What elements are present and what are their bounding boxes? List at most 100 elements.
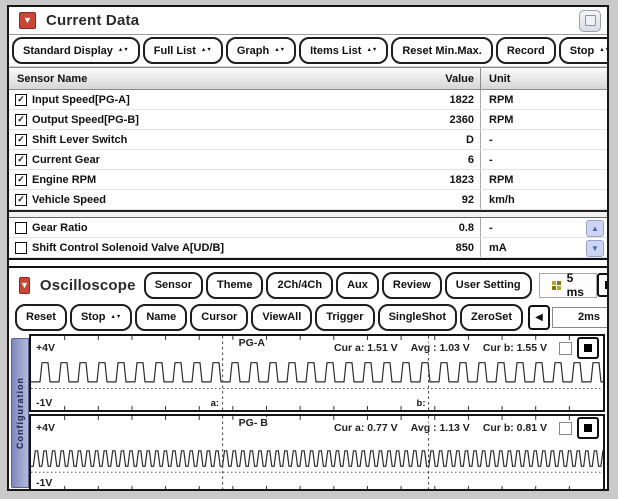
sensor-value: 0.8 <box>408 222 480 234</box>
col-value: Value <box>408 73 480 85</box>
cursor-button[interactable]: Cursor <box>190 304 248 331</box>
row-checkbox[interactable]: ✓ <box>15 134 27 146</box>
items-list-dropdown[interactable]: Items List▲▼ <box>299 37 388 64</box>
row-checkbox[interactable]: ✓ <box>15 194 27 206</box>
theme-button[interactable]: Theme <box>206 272 263 299</box>
cursor-a-label[interactable]: a: <box>211 398 219 409</box>
sample-rate-display: 5 ms <box>539 273 597 298</box>
row-checkbox[interactable]: ✓ <box>15 114 27 126</box>
standard-display-dropdown[interactable]: Standard Display▲▼ <box>12 37 140 64</box>
viewall-button[interactable]: ViewAll <box>251 304 312 331</box>
channel-a-header: +4V PG-A Cur a: 1.51 V Avg : 1.03 V Cur … <box>36 337 599 359</box>
panel-menu-icon[interactable]: ▼ <box>19 277 30 294</box>
user-setting-button[interactable]: User Setting <box>445 272 532 299</box>
sensor-name: Shift Control Solenoid Valve A[UD/B] <box>32 242 224 254</box>
timebase-decrease-button[interactable]: ◀ <box>528 305 550 330</box>
table-scroll-buttons: ▲ ▼ <box>586 220 604 257</box>
table-row[interactable]: ✓Input Speed[PG-A] 1822 RPM <box>9 90 607 110</box>
sensor-name: Gear Ratio <box>32 222 88 234</box>
scroll-down-button[interactable]: ▼ <box>586 240 604 257</box>
channel-name-label: PG-A <box>239 337 265 349</box>
current-data-toolbar: Standard Display▲▼ Full List▲▼ Graph▲▼ I… <box>9 35 607 67</box>
table-row[interactable]: ✓ Output Speed[PG-B] 2360 RPM <box>9 110 607 130</box>
current-data-titlebar: ▼ Current Data <box>9 7 607 35</box>
channel-mode-button[interactable]: 2Ch/4Ch <box>266 272 333 299</box>
review-button[interactable]: Review <box>382 272 442 299</box>
sensor-value: 6 <box>408 154 480 166</box>
channel-readings: Cur a: 0.77 V Avg : 1.13 V Cur b: 0.81 V <box>334 422 547 434</box>
oscilloscope-titlebar: ▼ Oscilloscope Sensor Theme 2Ch/4Ch Aux … <box>9 268 607 302</box>
row-checkbox[interactable]: ✓ <box>15 94 27 106</box>
table-row[interactable]: ✓Engine RPM 1823 RPM <box>9 170 607 190</box>
reset-minmax-button[interactable]: Reset Min.Max. <box>391 37 492 64</box>
sensor-unit: - <box>480 130 607 149</box>
cursor-b-label[interactable]: b: <box>417 398 426 409</box>
name-button[interactable]: Name <box>135 304 187 331</box>
table-row[interactable]: Gear Ratio 0.8 - <box>9 218 607 238</box>
cursor-a-reading: Cur a: 0.77 V <box>334 422 398 434</box>
stop-square-icon <box>584 424 592 432</box>
sensor-name: Input Speed[PG-A] <box>32 94 130 106</box>
sensor-value: 850 <box>408 242 480 254</box>
sensor-button[interactable]: Sensor <box>144 272 203 299</box>
stop-dropdown[interactable]: Stop▲▼ <box>559 37 609 64</box>
cursor-b-reading: Cur b: 1.55 V <box>483 342 547 354</box>
row-checkbox[interactable]: ✓ <box>15 174 27 186</box>
scope-channel-pg-b: +4V PG- B Cur a: 0.77 V Avg : 1.13 V Cur… <box>29 414 605 491</box>
scope-stop-square-button[interactable] <box>597 273 609 297</box>
trigger-button[interactable]: Trigger <box>315 304 374 331</box>
spinner-icon: ▲▼ <box>599 48 609 53</box>
scope-area: Configuration +4V PG-A Cur a: 1.51 V Avg… <box>9 332 607 491</box>
stop-square-icon <box>605 281 609 289</box>
sensor-name: Vehicle Speed <box>32 194 106 206</box>
table-row[interactable]: ✓Vehicle Speed 92 km/h <box>9 190 607 210</box>
channel-name-label: PG- B <box>239 417 268 429</box>
aux-button[interactable]: Aux <box>336 272 379 299</box>
col-unit: Unit <box>480 68 607 89</box>
scope-stop-dropdown[interactable]: Stop▲▼ <box>70 304 132 331</box>
table-row[interactable]: Shift Control Solenoid Valve A[UD/B] 850… <box>9 238 607 258</box>
table-row[interactable]: ✓Shift Lever Switch D - <box>9 130 607 150</box>
table-lower-rows: Gear Ratio 0.8 - Shift Control Solenoid … <box>9 218 607 258</box>
scroll-up-button[interactable]: ▲ <box>586 220 604 237</box>
table-body: ✓ Input Speed[PG-A] 1822 RPM ✓ Output Spee… <box>9 90 607 258</box>
row-checkbox[interactable] <box>15 222 27 234</box>
singleshot-button[interactable]: SingleShot <box>378 304 457 331</box>
graph-dropdown[interactable]: Graph▲▼ <box>226 37 296 64</box>
sensor-name: Current Gear <box>32 154 100 166</box>
channel-readings: Cur a: 1.51 V Avg : 1.03 V Cur b: 1.55 V <box>334 342 547 354</box>
spinner-icon: ▲▼ <box>366 48 377 53</box>
channel-stop-button[interactable] <box>577 337 599 359</box>
oscilloscope-toolbar: Reset Stop▲▼ Name Cursor ViewAll Trigger… <box>9 302 607 332</box>
cursor-a-reading: Cur a: 1.51 V <box>334 342 398 354</box>
timebase-value: 2ms <box>552 307 609 328</box>
timebase-control: ◀ 2ms ▶ <box>526 305 609 330</box>
sensor-unit: RPM <box>480 110 607 129</box>
channel-stop-button[interactable] <box>577 417 599 439</box>
current-data-title: Current Data <box>46 12 139 29</box>
sensor-name: Shift Lever Switch <box>32 134 127 146</box>
row-checkbox[interactable]: ✓ <box>15 154 27 166</box>
sensor-value: 2360 <box>408 114 480 126</box>
sensor-value: 1822 <box>408 94 480 106</box>
reset-button[interactable]: Reset <box>15 304 67 331</box>
sensor-unit: km/h <box>480 190 607 209</box>
spinner-icon: ▲▼ <box>110 315 121 320</box>
panel-menu-icon[interactable]: ▼ <box>19 12 36 29</box>
table-section-divider <box>9 210 607 218</box>
row-checkbox[interactable] <box>15 242 27 254</box>
full-list-dropdown[interactable]: Full List▲▼ <box>143 37 223 64</box>
sensor-name: Output Speed[PG-B] <box>32 114 139 126</box>
zeroset-button[interactable]: ZeroSet <box>460 304 523 331</box>
spinner-icon: ▲▼ <box>274 48 285 53</box>
channel-checkbox[interactable] <box>559 422 572 435</box>
maximize-button[interactable] <box>579 10 601 32</box>
channel-checkbox[interactable] <box>559 342 572 355</box>
spinner-icon: ▲▼ <box>118 48 129 53</box>
avg-reading: Avg : 1.13 V <box>411 422 470 434</box>
maximize-icon <box>585 15 596 26</box>
configuration-tab[interactable]: Configuration <box>11 338 29 488</box>
sensor-unit: - <box>480 150 607 169</box>
record-button[interactable]: Record <box>496 37 556 64</box>
table-row[interactable]: ✓ Current Gear 6 - <box>9 150 607 170</box>
